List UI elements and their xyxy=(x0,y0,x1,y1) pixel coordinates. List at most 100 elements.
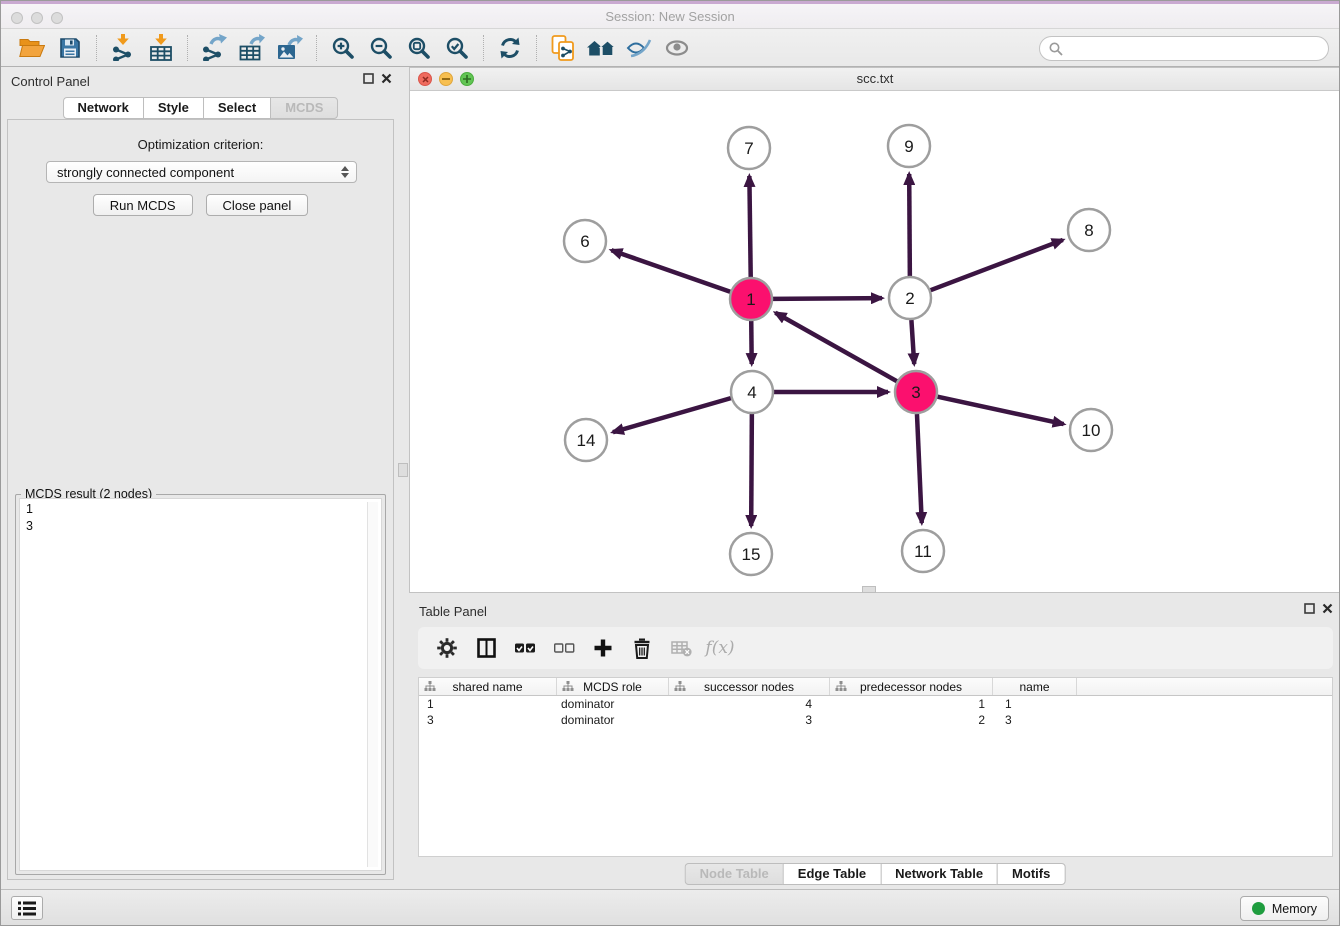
delete-column-button[interactable] xyxy=(631,637,653,659)
result-scrollbar[interactable] xyxy=(367,502,378,867)
clone-network-button[interactable] xyxy=(544,32,582,64)
deselect-all-rows-button[interactable] xyxy=(553,637,575,659)
graph-node-3[interactable]: 3 xyxy=(895,371,937,413)
graph-node-10[interactable]: 10 xyxy=(1070,409,1112,451)
svg-text:8: 8 xyxy=(1084,221,1093,240)
graph-node-14[interactable]: 14 xyxy=(565,419,607,461)
import-table-button[interactable] xyxy=(142,32,180,64)
list-icon xyxy=(18,901,36,916)
eye-icon xyxy=(665,39,689,57)
network-view-window: scc.txt 7 9 6 8 1 2 4 3 14 10 15 11 xyxy=(409,67,1340,593)
graph-node-2[interactable]: 2 xyxy=(889,277,931,319)
graph-edge-1-2[interactable] xyxy=(773,298,882,299)
first-neighbors-button[interactable] xyxy=(582,32,620,64)
zoom-in-button[interactable] xyxy=(324,32,362,64)
columns-icon xyxy=(477,638,496,658)
column-header-shared-name[interactable]: shared name xyxy=(419,678,557,695)
zoom-out-button[interactable] xyxy=(362,32,400,64)
graph-edge-2-8[interactable] xyxy=(931,240,1063,290)
close-panel-button[interactable]: Close panel xyxy=(206,194,309,216)
show-all-button[interactable] xyxy=(658,32,696,64)
show-columns-button[interactable] xyxy=(475,637,497,659)
tab-mcds[interactable]: MCDS xyxy=(270,97,338,119)
folder-open-icon xyxy=(19,37,45,58)
svg-text:7: 7 xyxy=(744,139,753,158)
result-line: 3 xyxy=(26,518,375,535)
search-box[interactable] xyxy=(1039,36,1329,61)
tab-network-table[interactable]: Network Table xyxy=(880,863,997,885)
refresh-button[interactable] xyxy=(491,32,529,64)
graph-edge-3-11[interactable] xyxy=(917,414,922,523)
zoom-selected-button[interactable] xyxy=(438,32,476,64)
graph-node-6[interactable]: 6 xyxy=(564,220,606,262)
graph-edge-2-9[interactable] xyxy=(909,174,910,276)
window-title: Session: New Session xyxy=(1,4,1339,29)
select-all-rows-button[interactable] xyxy=(514,637,536,659)
graph-edge-1-6[interactable] xyxy=(611,250,730,292)
network-window-title: scc.txt xyxy=(410,68,1340,90)
run-mcds-button[interactable]: Run MCDS xyxy=(93,194,193,216)
export-image-button[interactable] xyxy=(271,32,309,64)
graph-edge-4-15[interactable] xyxy=(751,414,752,526)
import-network-button[interactable] xyxy=(104,32,142,64)
graph-edge-3-1[interactable] xyxy=(775,313,896,381)
column-header-successor-nodes[interactable]: successor nodes xyxy=(669,678,830,695)
criterion-select[interactable]: strongly connected component xyxy=(46,161,357,183)
delete-table-button[interactable] xyxy=(670,637,692,659)
horizontal-splitter-handle[interactable] xyxy=(862,586,876,593)
column-header-predecessor-nodes[interactable]: predecessor nodes xyxy=(830,678,993,695)
houses-icon xyxy=(586,37,616,59)
save-session-button[interactable] xyxy=(51,32,89,64)
svg-text:15: 15 xyxy=(742,545,761,564)
graph-edge-4-14[interactable] xyxy=(613,398,731,432)
network-graph[interactable]: 7 9 6 8 1 2 4 3 14 10 15 11 xyxy=(410,91,1340,593)
tab-edge-table[interactable]: Edge Table xyxy=(783,863,880,885)
search-input[interactable] xyxy=(1069,42,1319,56)
export-network-button[interactable] xyxy=(195,32,233,64)
graph-node-4[interactable]: 4 xyxy=(731,371,773,413)
table-settings-button[interactable] xyxy=(436,637,458,659)
node-table: shared name MCDS role successor nodes xyxy=(418,677,1333,857)
tab-network[interactable]: Network xyxy=(63,97,143,119)
tab-style[interactable]: Style xyxy=(143,97,203,119)
export-table-button[interactable] xyxy=(233,32,271,64)
window-titlebar: Session: New Session xyxy=(1,1,1339,29)
graph-edge-2-3[interactable] xyxy=(911,320,914,364)
graph-node-9[interactable]: 9 xyxy=(888,125,930,167)
tab-motifs[interactable]: Motifs xyxy=(997,863,1065,885)
table-row[interactable]: 1 dominator 4 1 1 xyxy=(419,696,1332,712)
open-session-button[interactable] xyxy=(13,32,51,64)
column-header-name[interactable]: name xyxy=(993,678,1077,695)
column-header-mcds-role[interactable]: MCDS role xyxy=(557,678,669,695)
panel-splitter-handle[interactable] xyxy=(398,463,408,477)
apply-function-button[interactable]: f(x) xyxy=(709,637,731,659)
graph-edge-3-10[interactable] xyxy=(937,397,1063,424)
graph-node-8[interactable]: 8 xyxy=(1068,209,1110,251)
mcds-panel-body: Optimization criterion: strongly connect… xyxy=(7,119,394,880)
table-row[interactable]: 3 dominator 3 2 3 xyxy=(419,712,1332,728)
float-panel-icon[interactable] xyxy=(1304,603,1315,614)
graph-node-11[interactable]: 11 xyxy=(902,530,944,572)
close-panel-icon[interactable] xyxy=(1322,603,1333,614)
graph-node-15[interactable]: 15 xyxy=(730,533,772,575)
tab-select[interactable]: Select xyxy=(203,97,270,119)
show-panels-button[interactable] xyxy=(11,896,43,920)
graph-edge-1-7[interactable] xyxy=(749,176,750,277)
float-panel-icon[interactable] xyxy=(363,73,374,84)
optimization-criterion-label: Optimization criterion: xyxy=(8,137,393,152)
import-table-icon xyxy=(149,34,173,61)
toolbar-separator xyxy=(483,35,484,61)
create-column-button[interactable] xyxy=(592,637,614,659)
graph-node-7[interactable]: 7 xyxy=(728,127,770,169)
tab-node-table[interactable]: Node Table xyxy=(685,863,783,885)
criterion-value: strongly connected component xyxy=(57,165,234,180)
graph-node-1[interactable]: 1 xyxy=(730,278,772,320)
mcds-result-list[interactable]: 1 3 xyxy=(19,498,382,871)
close-panel-icon[interactable] xyxy=(381,73,392,84)
export-network-icon xyxy=(201,34,227,61)
memory-status-icon xyxy=(1252,902,1265,915)
memory-button[interactable]: Memory xyxy=(1240,896,1329,921)
zoom-fit-button[interactable] xyxy=(400,32,438,64)
control-panel-tabs: Network Style Select MCDS xyxy=(63,97,339,119)
hide-selected-button[interactable] xyxy=(620,32,658,64)
